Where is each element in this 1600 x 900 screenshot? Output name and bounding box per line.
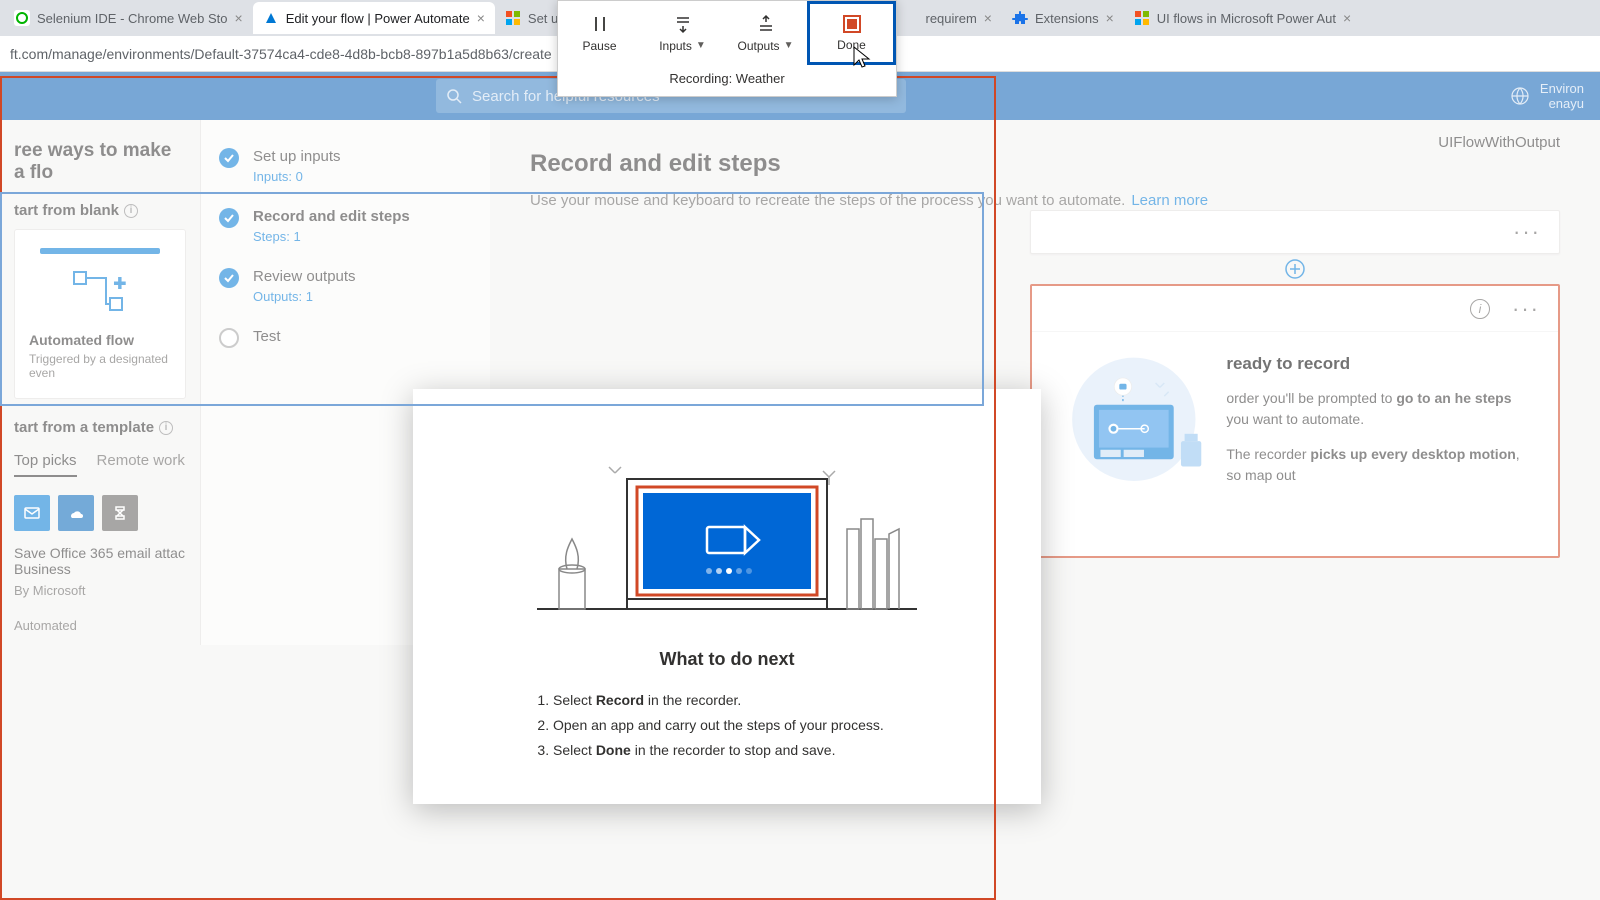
recording-status: Recording: Weather: [558, 65, 896, 96]
timer-icon: [102, 495, 138, 531]
search-icon: [446, 88, 462, 104]
section-desc: Use your mouse and keyboard to recreate …: [530, 192, 1560, 209]
environment-icon[interactable]: [1510, 86, 1530, 106]
circle-icon: [219, 328, 239, 348]
inputs-icon: [673, 14, 693, 34]
more-icon[interactable]: ···: [1513, 219, 1541, 245]
tab-title: Selenium IDE - Chrome Web Sto: [37, 11, 228, 26]
onedrive-icon: [58, 495, 94, 531]
add-step-connector[interactable]: [1030, 254, 1560, 284]
pause-button[interactable]: Pause: [558, 1, 641, 65]
environment-label: Environ enayu: [1540, 81, 1584, 111]
ready-title: ready to record: [1226, 354, 1536, 374]
step-record-edit[interactable]: Record and edit stepsSteps: 1: [219, 208, 472, 244]
info-icon[interactable]: i: [1470, 299, 1490, 319]
ready-para-2: The recorder picks up every desktop moti…: [1226, 444, 1536, 486]
tab-title: requirem: [926, 11, 977, 26]
flow-diagram-icon: +: [70, 268, 130, 318]
check-icon: [219, 268, 239, 288]
template-title[interactable]: Save Office 365 email attac Business: [14, 545, 186, 577]
flow-step-card[interactable]: ···: [1030, 210, 1560, 254]
left-sidebar: ree ways to make a flo tart from blank i…: [0, 120, 200, 645]
modal-illustration: [413, 389, 1041, 619]
tab-selenium[interactable]: Selenium IDE - Chrome Web Sto ×: [4, 2, 253, 34]
card-header: i ···: [1032, 286, 1558, 332]
check-icon: [219, 208, 239, 228]
what-next-modal: What to do next Select Record in the rec…: [413, 389, 1041, 804]
puzzle-icon: [1012, 10, 1028, 26]
tab-powerautomate[interactable]: Edit your flow | Power Automate ×: [253, 2, 495, 34]
tab-title: Extensions: [1035, 11, 1099, 26]
modal-instructions: Select Record in the recorder. Open an a…: [533, 688, 921, 764]
learn-more-link[interactable]: Learn more: [1131, 192, 1208, 209]
section-heading: Record and edit steps: [530, 150, 1560, 178]
template-author: By Microsoft: [14, 583, 186, 598]
template-type: Automated: [14, 618, 186, 633]
flow-steps: ··· i ··· ready to record order you'll b…: [1030, 210, 1560, 558]
info-icon[interactable]: i: [159, 421, 173, 435]
modal-title: What to do next: [533, 649, 921, 670]
close-icon[interactable]: ×: [1106, 10, 1114, 26]
outlook-icon: [14, 495, 50, 531]
pause-icon: [590, 14, 610, 34]
step-review-outputs[interactable]: Review outputsOutputs: 1: [219, 268, 472, 304]
chevron-down-icon: ▼: [784, 40, 794, 51]
automated-flow-card[interactable]: + Automated flow Triggered by a designat…: [14, 229, 186, 399]
tab-title: Edit your flow | Power Automate: [286, 11, 470, 26]
flow-icon: [263, 10, 279, 26]
flow-name: UIFlowWithOutput: [1438, 134, 1560, 151]
tab-uiflows[interactable]: UI flows in Microsoft Power Aut ×: [1124, 2, 1361, 34]
close-icon[interactable]: ×: [1343, 10, 1351, 26]
start-blank-header: tart from blank i: [14, 202, 186, 219]
check-icon: [219, 148, 239, 168]
info-icon[interactable]: i: [124, 204, 138, 218]
stop-icon: [843, 15, 861, 33]
outputs-icon: [756, 14, 776, 34]
recorder-toolbar: Pause Inputs▼ Outputs▼ Done Recording: W…: [557, 0, 897, 97]
tab-remote-work[interactable]: Remote work: [97, 446, 185, 477]
tab-top-picks[interactable]: Top picks: [14, 446, 77, 477]
template-tabs: Top picks Remote work: [14, 446, 186, 477]
step-setup-inputs[interactable]: Set up inputsInputs: 0: [219, 148, 472, 184]
svg-text:+: +: [114, 273, 126, 295]
ready-para-1: order you'll be prompted to go to an he …: [1226, 388, 1536, 430]
close-icon[interactable]: ×: [235, 10, 243, 26]
connector-icons: [14, 495, 186, 531]
mouse-cursor: [853, 46, 871, 70]
done-button[interactable]: Done: [807, 1, 896, 65]
close-icon[interactable]: ×: [984, 10, 992, 26]
start-template-header: tart from a template i: [14, 419, 186, 436]
url-text: ft.com/manage/environments/Default-37574…: [10, 46, 552, 62]
outputs-button[interactable]: Outputs▼: [724, 1, 807, 65]
step-test[interactable]: Test: [219, 328, 472, 348]
selenium-icon: [14, 10, 30, 26]
tab-require[interactable]: requirem ×: [916, 2, 1002, 34]
ms-icon: [505, 10, 521, 26]
card-subtitle: Triggered by a designated even: [29, 352, 171, 380]
page-heading: ree ways to make a flo: [14, 140, 186, 184]
ms-icon: [1134, 10, 1150, 26]
chevron-down-icon: ▼: [696, 40, 706, 51]
more-icon[interactable]: ···: [1512, 296, 1540, 322]
tab-title: UI flows in Microsoft Power Aut: [1157, 11, 1336, 26]
record-step-card: i ··· ready to record order you'll be pr…: [1030, 284, 1560, 558]
close-icon[interactable]: ×: [477, 10, 485, 26]
inputs-button[interactable]: Inputs▼: [641, 1, 724, 65]
card-title: Automated flow: [29, 332, 171, 348]
tab-extensions[interactable]: Extensions ×: [1002, 2, 1124, 34]
record-illustration: [1054, 354, 1206, 534]
